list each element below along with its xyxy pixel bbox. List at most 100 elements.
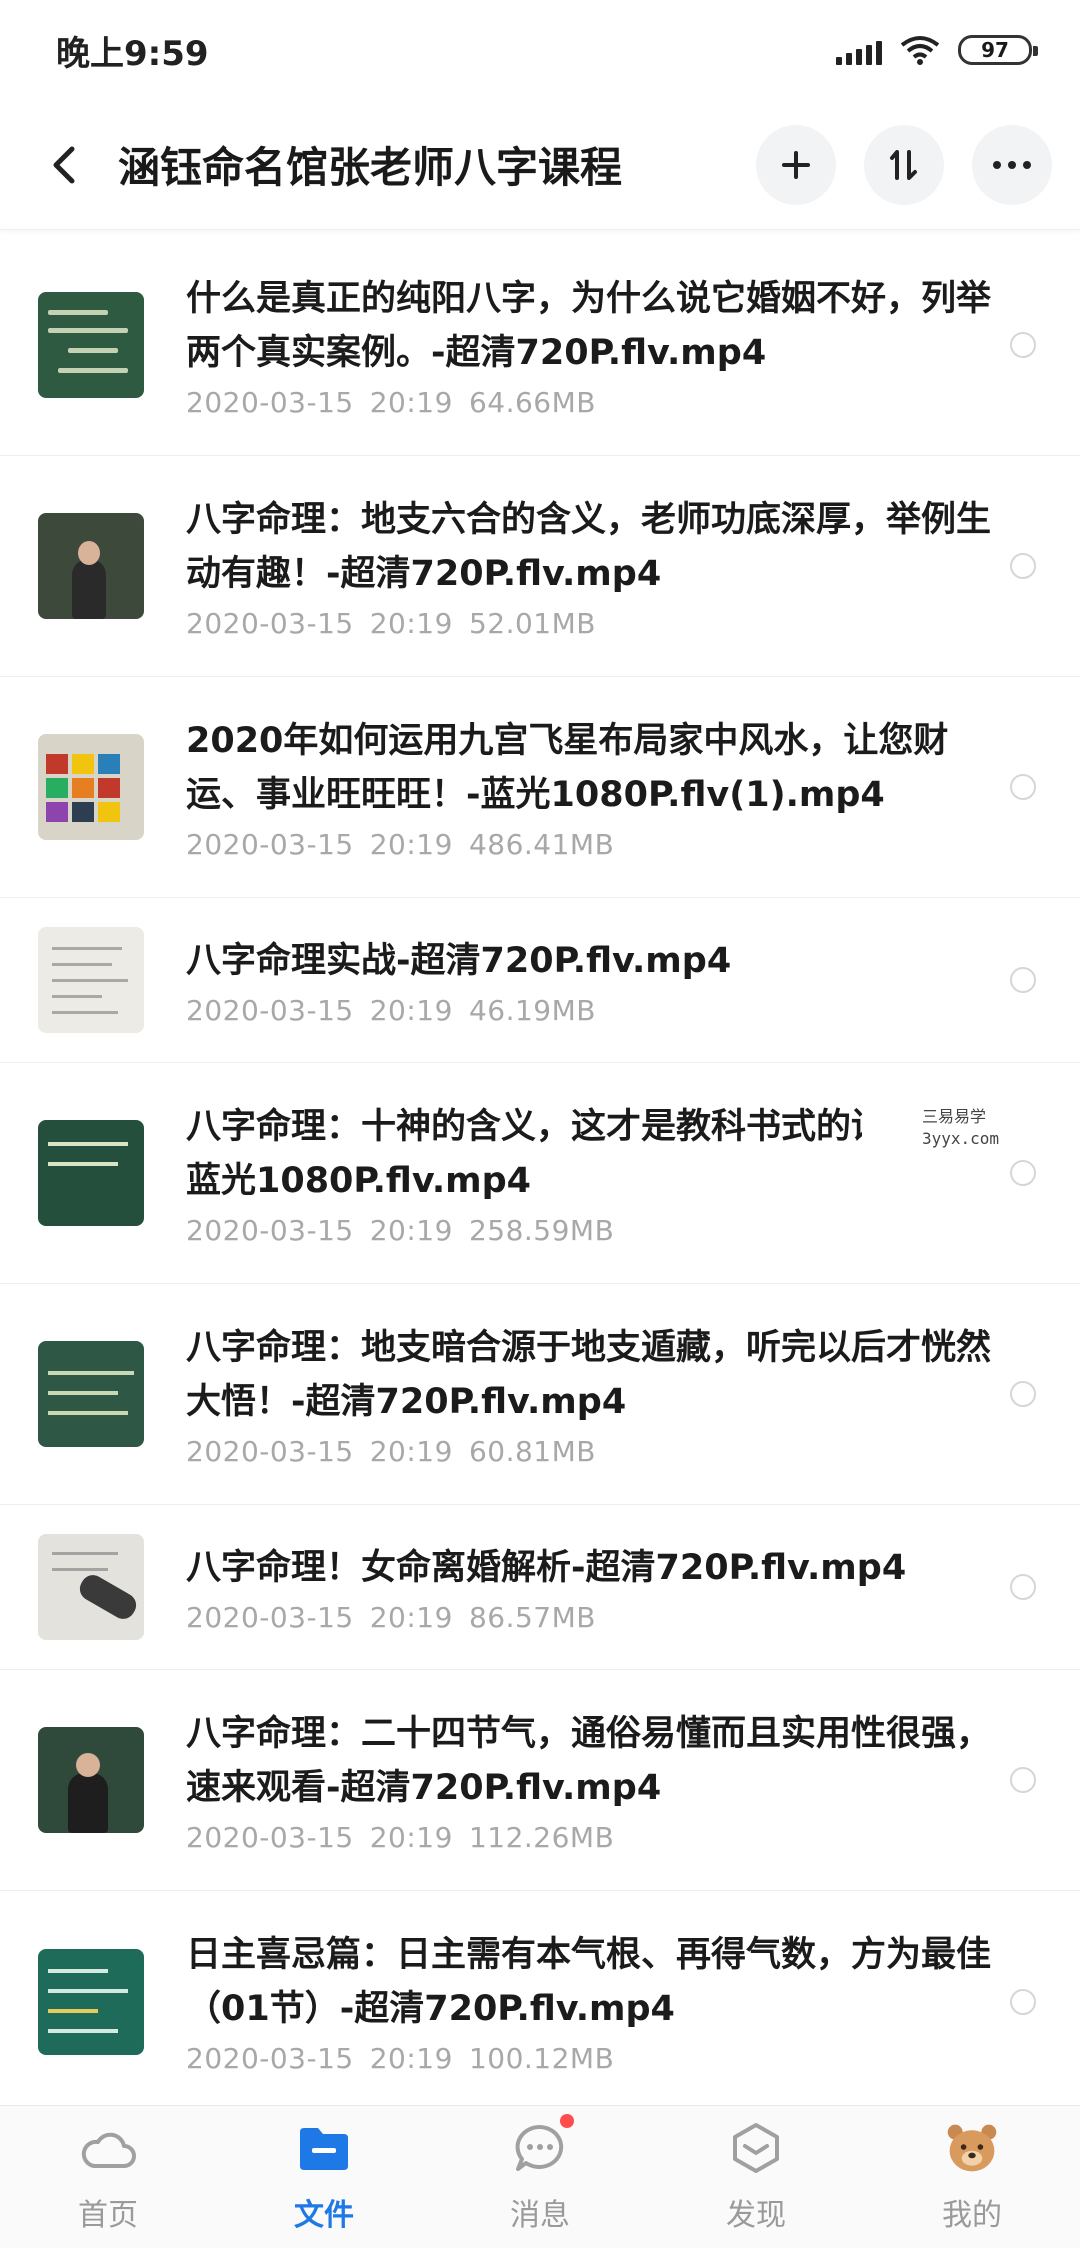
file-date: 2020-03-15 [186,385,354,419]
file-time: 20:19 [369,1213,453,1247]
file-date: 2020-03-15 [186,993,354,1027]
file-time: 20:19 [369,993,453,1027]
watermark-line1: 三易易学 [922,1107,987,1126]
battery-indicator: 97 [958,35,1038,65]
watermark: 三易易学 3yyx.com [862,1098,1080,1158]
file-size: 64.66MB [468,385,596,419]
file-meta: 2020-03-15 20:19 258.59MB [186,1214,1000,1247]
file-meta: 2020-03-15 20:19 100.12MB [186,2042,1000,2075]
file-row[interactable]: 八字命理实战-超清720P.flv.mp4 2020-03-15 20:19 46.… [0,898,1080,1063]
select-radio[interactable] [1010,553,1036,579]
back-button[interactable] [40,141,88,189]
file-size: 86.57MB [468,1600,596,1634]
select-radio[interactable] [1010,1381,1036,1407]
file-meta: 2020-03-15 20:19 112.26MB [186,1821,1000,1854]
select-radio[interactable] [1010,332,1036,358]
file-list: 什么是真正的纯阳八字，为什么说它婚姻不好，列举两个真实案例。-超清720P.fl… [0,235,1080,2112]
file-size: 52.01MB [468,606,596,640]
file-meta: 2020-03-15 20:19 486.41MB [186,828,1000,861]
file-row[interactable]: 2020年如何运用九宫飞星布局家中风水，让您财运、事业旺旺旺！-蓝光1080P.… [0,677,1080,898]
nav-files[interactable]: 文件 [244,2120,404,2234]
file-size: 258.59MB [468,1213,615,1247]
nav-home[interactable]: 首页 [28,2120,188,2234]
file-date: 2020-03-15 [186,827,354,861]
signal-icon [836,35,882,65]
file-row[interactable]: 八字命理：十神的含义，这才是教科书式的讲述！-蓝光1080P.flv.mp4 2… [0,1063,1080,1284]
file-name: 八字命理：地支六合的含义，老师功底深厚，举例生动有趣！-超清720P.flv.m… [186,499,992,594]
file-name: 八字命理：地支暗合源于地支遁藏，听完以后才恍然大悟！-超清720P.flv.mp… [186,1327,992,1422]
video-thumbnail [38,1534,144,1640]
select-radio[interactable] [1010,1574,1036,1600]
file-row[interactable]: 什么是真正的纯阳八字，为什么说它婚姻不好，列举两个真实案例。-超清720P.fl… [0,235,1080,456]
watermark-line2: 3yyx.com [922,1129,1000,1148]
video-thumbnail [38,927,144,1033]
nav-me[interactable]: 我的 [892,2120,1052,2234]
more-button[interactable] [972,124,1052,205]
status-icons: 97 [836,35,1038,65]
file-name: 2020年如何运用九宫飞星布局家中风水，让您财运、事业旺旺旺！-蓝光1080P.… [186,720,949,815]
file-meta: 2020-03-15 20:19 86.57MB [186,1601,1000,1634]
nav-label: 首页 [78,2198,138,2233]
nav-label: 发现 [726,2198,786,2233]
cloud-icon [81,2132,136,2168]
top-bar: 涵钰命名馆张老师八字课程 [0,100,1080,230]
sort-icon [890,149,917,180]
file-row[interactable]: 日主喜忌篇：日主需有本气根、再得气数，方为最佳（01节）-超清720P.flv.… [0,1891,1080,2112]
file-row[interactable]: 八字命理！女命离婚解析-超清720P.flv.mp4 2020-03-15 20:… [0,1505,1080,1670]
file-size: 60.81MB [468,1434,596,1468]
add-button[interactable] [756,124,836,205]
bear-avatar-icon [947,2124,997,2172]
video-thumbnail [38,734,144,840]
discover-icon [733,2123,779,2173]
nav-messages[interactable]: 消息 [460,2114,620,2234]
select-radio[interactable] [1010,1160,1036,1186]
select-radio[interactable] [1010,774,1036,800]
file-row[interactable]: 八字命理：地支六合的含义，老师功底深厚，举例生动有趣！-超清720P.flv.m… [0,456,1080,677]
file-size: 112.26MB [468,1820,615,1854]
file-name: 什么是真正的纯阳八字，为什么说它婚姻不好，列举两个真实案例。-超清720P.fl… [186,278,992,373]
status-bar: 晚上9:59 97 [0,0,1080,100]
video-thumbnail [38,1727,144,1833]
file-time: 20:19 [369,606,453,640]
file-meta: 2020-03-15 20:19 64.66MB [186,386,1000,419]
file-date: 2020-03-15 [186,1600,354,1634]
video-thumbnail [38,292,144,398]
chat-bubble-icon [515,2124,564,2171]
video-thumbnail [38,1948,144,2055]
file-time: 20:19 [369,1820,453,1854]
file-date: 2020-03-15 [186,1820,354,1854]
nav-label: 我的 [942,2198,1002,2233]
nav-discover[interactable]: 发现 [676,2120,836,2234]
file-name: 八字命理！女命离婚解析-超清720P.flv.mp4 [186,1547,907,1588]
select-radio[interactable] [1010,1988,1036,2015]
file-size: 486.41MB [468,827,615,861]
file-name: 八字命理实战-超清720P.flv.mp4 [186,940,732,981]
sort-button[interactable] [864,124,944,205]
page-title: 涵钰命名馆张老师八字课程 [118,143,623,192]
wifi-icon [900,36,940,65]
nav-label: 文件 [294,2198,354,2233]
more-dots-icon [993,160,1031,169]
file-size: 46.19MB [468,993,596,1027]
file-row[interactable]: 八字命理：地支暗合源于地支遁藏，听完以后才恍然大悟！-超清720P.flv.mp… [0,1284,1080,1505]
file-time: 20:19 [369,1600,453,1634]
file-row[interactable]: 八字命理：二十四节气，通俗易懂而且实用性很强，速来观看-超清720P.flv.m… [0,1670,1080,1891]
select-radio[interactable] [1010,1767,1036,1793]
video-thumbnail [38,1120,144,1226]
video-thumbnail [38,1341,144,1447]
status-time: 晚上9:59 [56,33,209,74]
file-time: 20:19 [369,1434,453,1468]
file-meta: 2020-03-15 20:19 46.19MB [186,994,1000,1027]
video-thumbnail [38,513,144,619]
file-size: 100.12MB [468,2042,615,2075]
file-name: 八字命理：二十四节气，通俗易懂而且实用性很强，速来观看-超清720P.flv.m… [186,1713,992,1808]
file-date: 2020-03-15 [186,606,354,640]
file-date: 2020-03-15 [186,2042,354,2075]
file-name: 日主喜忌篇：日主需有本气根、再得气数，方为最佳（01节）-超清720P.flv.… [186,1935,992,2029]
file-time: 20:19 [369,385,453,419]
select-radio[interactable] [1010,967,1036,993]
file-meta: 2020-03-15 20:19 60.81MB [186,1435,1000,1468]
file-meta: 2020-03-15 20:19 52.01MB [186,607,1000,640]
file-time: 20:19 [369,2042,453,2075]
file-date: 2020-03-15 [186,1434,354,1468]
